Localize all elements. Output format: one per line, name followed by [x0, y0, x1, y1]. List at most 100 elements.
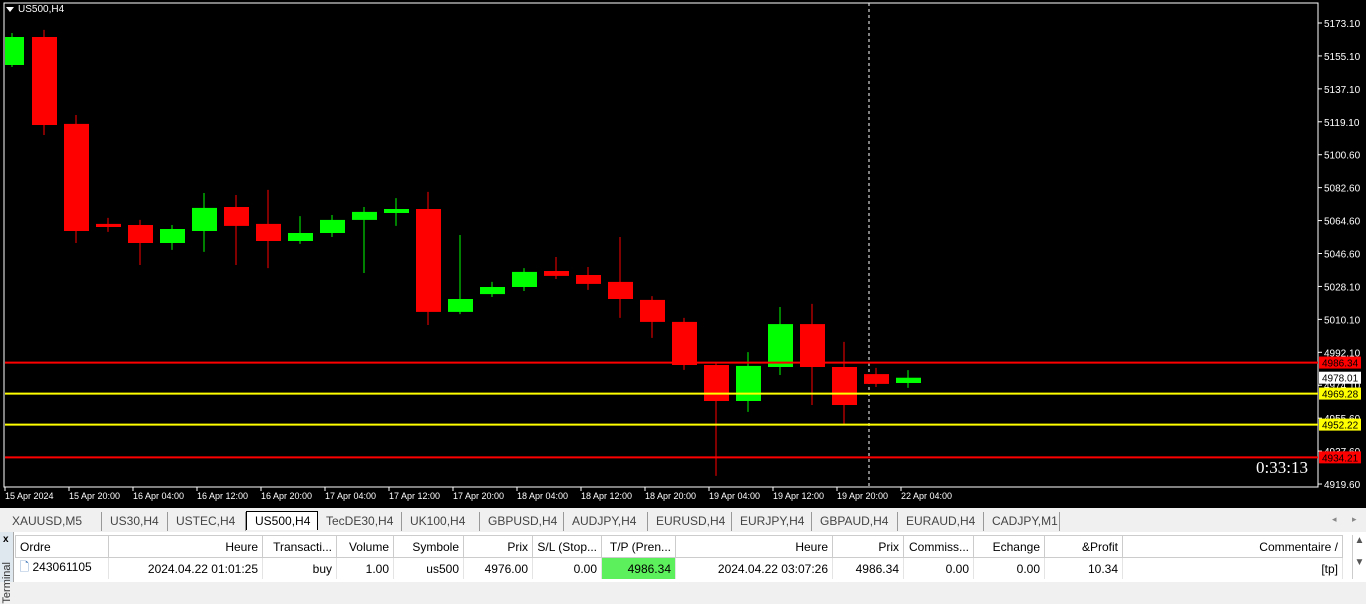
- candle-body: [544, 271, 569, 276]
- column-header[interactable]: Heure: [675, 535, 833, 558]
- price-tick-label: 5155.10: [1324, 52, 1361, 63]
- time-tick-label: 16 Apr 12:00: [197, 491, 248, 501]
- scroll-right-icon[interactable]: ▸: [1352, 514, 1357, 525]
- candle-body: [288, 233, 313, 241]
- candle-body: [896, 377, 921, 383]
- tab-us30-h4[interactable]: US30,H4: [102, 512, 168, 531]
- tab-gbpaud-h4[interactable]: GBPAUD,H4: [812, 512, 898, 531]
- price-tick-label: 5010.10: [1324, 315, 1361, 326]
- price-tick-label: 5100.60: [1324, 151, 1361, 162]
- time-tick-label: 19 Apr 12:00: [773, 491, 824, 501]
- price-level-label: 4969.28: [1322, 390, 1359, 401]
- tab-us500-h4[interactable]: US500,H4: [246, 511, 318, 530]
- candle-body: [320, 219, 345, 233]
- current-price-label: 4978.01: [1322, 374, 1359, 385]
- column-header[interactable]: Volume: [336, 535, 394, 558]
- tab-cadjpy-m1[interactable]: CADJPY,M1: [984, 512, 1060, 531]
- candle-body: [384, 209, 409, 213]
- time-tick-label: 18 Apr 12:00: [581, 491, 632, 501]
- history-table: Ordre Heure Transacti... Volume Symbole Prix S…: [15, 535, 1343, 579]
- column-header[interactable]: Heure: [108, 535, 263, 558]
- tab-tecde30-h4[interactable]: TecDE30,H4: [318, 512, 402, 531]
- column-header[interactable]: Ordre: [15, 535, 109, 558]
- column-header[interactable]: Prix: [832, 535, 904, 558]
- terminal-label: Terminal: [1, 562, 13, 604]
- time-tick-label: 18 Apr 20:00: [645, 491, 696, 501]
- table-cell: [tp]: [1122, 557, 1343, 579]
- candle-body: [832, 367, 857, 405]
- candle-body: [704, 365, 729, 401]
- candle-body: [640, 299, 665, 322]
- candle-body: [352, 211, 377, 220]
- table-row[interactable]: 🗋 243061105 2024.04.22 01:01:25 buy 1.00 us5…: [15, 557, 1343, 579]
- candle-body: [224, 207, 249, 226]
- symbol-label: US500,H4: [18, 4, 65, 15]
- table-cell: 4986.34: [832, 557, 904, 579]
- column-header[interactable]: Transacti...: [262, 535, 337, 558]
- column-header[interactable]: Prix: [463, 535, 533, 558]
- column-header[interactable]: Commiss...: [903, 535, 974, 558]
- column-header[interactable]: Commentaire /: [1122, 535, 1343, 558]
- column-header[interactable]: Symbole: [393, 535, 464, 558]
- table-cell: us500: [393, 557, 464, 579]
- candlestick-chart[interactable]: 5173.10 5155.10 5137.10 5119.10 5100.60 5082.…: [0, 0, 1366, 505]
- candle-body: [192, 207, 217, 231]
- tab-audjpy-h4[interactable]: AUDJPY,H4: [564, 512, 648, 531]
- candle-body: [512, 271, 537, 287]
- table-cell: buy: [262, 557, 337, 579]
- price-level-label: 4986.34: [1322, 359, 1359, 370]
- candle-body: [800, 324, 825, 367]
- table-cell: 0.00: [903, 557, 974, 579]
- candle-body: [736, 365, 761, 401]
- candle-body: [416, 209, 441, 312]
- tab-uk100-h4[interactable]: UK100,H4: [402, 512, 480, 531]
- candle-body: [32, 37, 57, 125]
- price-chart[interactable]: 5173.10 5155.10 5137.10 5119.10 5100.60 5082.…: [0, 0, 1366, 505]
- price-tick-label: 5064.60: [1324, 217, 1361, 228]
- terminal-sidebar: x Terminal: [0, 532, 14, 604]
- time-tick-label: 19 Apr 04:00: [709, 491, 760, 501]
- column-header[interactable]: Echange: [973, 535, 1045, 558]
- price-tick-label: 5028.10: [1324, 282, 1361, 293]
- dropdown-triangle-icon[interactable]: [6, 7, 14, 12]
- price-tick-label: 5046.60: [1324, 250, 1361, 261]
- candle-body: [160, 229, 185, 243]
- price-tick-label: 5137.10: [1324, 85, 1361, 96]
- time-tick-label: 18 Apr 04:00: [517, 491, 568, 501]
- tab-eurjpy-h4[interactable]: EURJPY,H4: [732, 512, 812, 531]
- tab-ustec-h4[interactable]: USTEC,H4: [168, 512, 246, 531]
- price-level-label: 4934.21: [1322, 453, 1359, 464]
- table-cell: 0.00: [973, 557, 1045, 579]
- tab-euraud-h4[interactable]: EURAUD,H4: [898, 512, 984, 531]
- time-tick-label: 19 Apr 20:00: [837, 491, 888, 501]
- time-tick-label: 17 Apr 20:00: [453, 491, 504, 501]
- table-cell: 4986.34: [601, 557, 676, 579]
- candle-body: [64, 123, 89, 231]
- time-tick-label: 17 Apr 04:00: [325, 491, 376, 501]
- vertical-scrollbar[interactable]: ▲ ▼: [1352, 535, 1366, 579]
- tab-gbpusd-h4[interactable]: GBPUSD,H4: [480, 512, 564, 531]
- tab-eurusd-h4[interactable]: EURUSD,H4: [648, 512, 732, 531]
- candle-body: [672, 321, 697, 365]
- order-document-icon: 🗋: [19, 560, 30, 574]
- column-header[interactable]: S/L (Stop...: [532, 535, 602, 558]
- table-cell: 1.00: [336, 557, 394, 579]
- candle-body: [448, 299, 473, 312]
- chart-title[interactable]: US500,H4: [6, 4, 64, 15]
- chart-tabs: XAUUSD,M5 US30,H4 USTEC,H4 US500,H4 TecDE30,…: [0, 505, 1366, 532]
- time-tick-label: 15 Apr 20:00: [69, 491, 120, 501]
- candle-body: [864, 374, 889, 384]
- column-header[interactable]: &Profit: [1044, 535, 1123, 558]
- price-level-label: 4952.22: [1322, 421, 1359, 432]
- time-tick-label: 17 Apr 12:00: [389, 491, 440, 501]
- candle-body: [576, 275, 601, 284]
- scroll-left-icon[interactable]: ◂: [1332, 514, 1337, 525]
- table-cell: 🗋 243061105: [15, 557, 109, 579]
- close-icon[interactable]: x: [3, 534, 9, 545]
- price-tick-label: 5173.10: [1324, 19, 1361, 30]
- tab-xauusd-m5[interactable]: XAUUSD,M5: [4, 512, 102, 531]
- column-header[interactable]: T/P (Pren...: [601, 535, 676, 558]
- candle-body: [96, 223, 121, 227]
- time-tick-label: 16 Apr 20:00: [261, 491, 312, 501]
- candle-body: [608, 281, 633, 299]
